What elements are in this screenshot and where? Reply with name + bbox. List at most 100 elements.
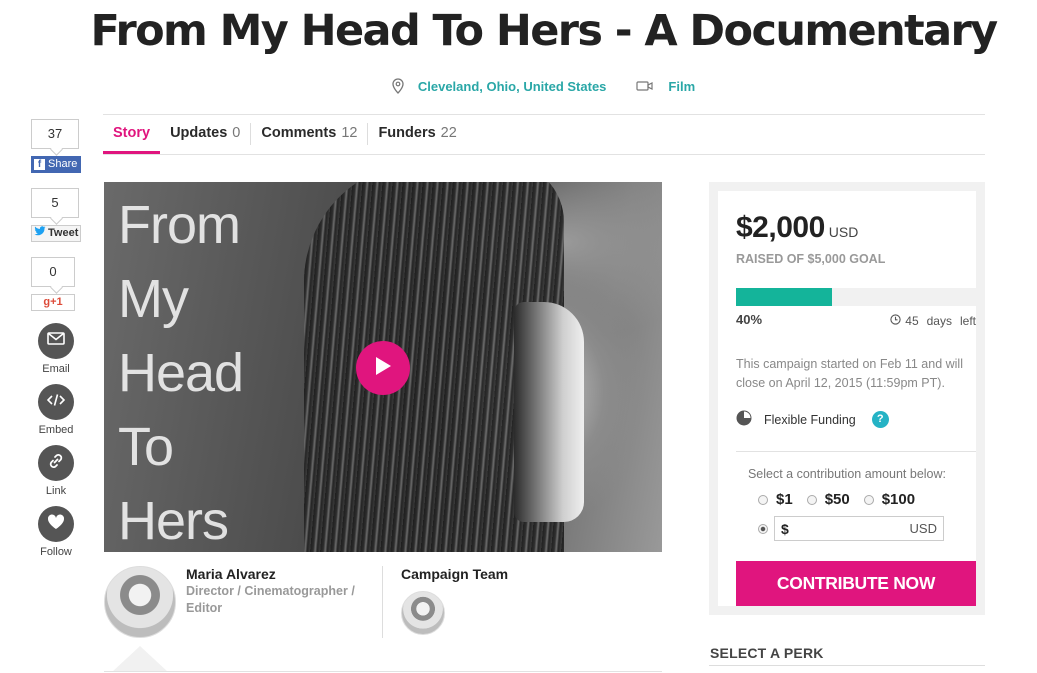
campaign-dates: This campaign started on Feb 11 and will…: [736, 357, 963, 390]
tab-funders-count: 22: [440, 125, 457, 141]
divider: [104, 671, 662, 672]
custom-amount-currency: USD: [909, 521, 937, 536]
tab-funders-label: Funders: [378, 125, 436, 141]
days-left-suffix: left: [959, 314, 976, 328]
divider: [382, 566, 383, 638]
tab-story-label: Story: [113, 125, 151, 141]
play-icon: [374, 356, 392, 381]
days-left: 45 days left: [890, 314, 976, 328]
embed-button[interactable]: [38, 384, 74, 420]
amount-option-label: $100: [881, 491, 916, 508]
amount-option-50[interactable]: $50: [806, 491, 850, 508]
category-link[interactable]: Film: [636, 78, 695, 94]
social-sidebar: 37 f Share 5 Tweet 0 g+1 Email Embed Lin…: [31, 119, 81, 567]
days-left-label: days: [926, 314, 952, 328]
google-plus-button[interactable]: g+1: [31, 294, 75, 311]
tab-story[interactable]: Story: [103, 116, 161, 154]
amount-option-label: $50: [824, 491, 850, 508]
tweet-label: Tweet: [48, 227, 79, 239]
email-label: Email: [42, 363, 70, 375]
facebook-share-label: Share: [48, 158, 78, 170]
category-text[interactable]: Film: [668, 79, 695, 94]
location-pin-icon: [392, 78, 404, 94]
amount-raised-currency: USD: [828, 224, 859, 240]
tab-comments-count: 12: [341, 125, 358, 141]
contribute-now-button[interactable]: CONTRIBUTE NOW: [736, 561, 976, 606]
help-icon[interactable]: ?: [871, 411, 889, 428]
chain-link-icon: [47, 452, 65, 475]
divider: [103, 114, 985, 115]
facebook-share-count: 37: [31, 119, 79, 149]
video-title-overlay: From My Head To Hers: [118, 188, 244, 552]
amount-radio[interactable]: [863, 494, 874, 505]
campaign-tabs: Story Updates 0 Comments 12 Funders 22: [103, 116, 467, 154]
contribution-amounts: $1 $50 $100: [758, 491, 915, 508]
goal-text: RAISED OF $5,000 GOAL: [736, 252, 886, 266]
creator-section: Maria Alvarez Director / Cinematographer…: [104, 566, 662, 673]
selected-pointer: [112, 646, 168, 672]
tab-funders[interactable]: Funders 22: [368, 116, 466, 154]
divider: [103, 154, 985, 155]
facebook-share-button[interactable]: f Share: [31, 156, 81, 173]
tweet-count: 5: [31, 188, 79, 218]
twitter-bird-icon: [34, 226, 46, 241]
progress-bar-fill: [736, 288, 832, 306]
contribution-prompt: Select a contribution amount below:: [747, 467, 947, 481]
tab-comments[interactable]: Comments 12: [251, 116, 367, 154]
divider: [736, 451, 976, 452]
custom-amount-prefix: $: [781, 520, 789, 537]
play-button[interactable]: [356, 341, 410, 395]
amount-raised: $2,000 USD: [736, 211, 858, 245]
link-label: Link: [45, 485, 67, 497]
custom-amount-row: $ USD: [758, 516, 944, 541]
amount-option-label: $1: [776, 491, 793, 508]
facebook-icon: f: [34, 159, 45, 170]
campaign-title: From My Head To Hers - A Documentary: [90, 6, 998, 56]
embed-label: Embed: [38, 424, 74, 436]
follow-label: Follow: [40, 546, 72, 558]
code-icon: [46, 393, 66, 412]
campaign-box: $2,000 USD RAISED OF $5,000 GOAL 40% 45 d…: [709, 182, 985, 615]
creator-role: Director / Cinematographer / Editor: [186, 584, 355, 615]
amount-radio[interactable]: [758, 494, 768, 505]
amount-radio[interactable]: [806, 494, 817, 505]
amount-option-100[interactable]: $100: [863, 491, 916, 508]
tab-updates-count: 0: [232, 125, 241, 141]
creator-name[interactable]: Maria Alvarez: [186, 566, 276, 582]
select-perk-heading: SELECT A PERK: [710, 645, 824, 661]
heart-icon: [47, 513, 65, 535]
campaign-meta: Cleveland, Ohio, United States Film: [0, 78, 1037, 94]
campaign-video[interactable]: From My Head To Hers: [104, 182, 662, 552]
video-camera-icon: [636, 80, 654, 92]
video-title-line: Hers: [118, 491, 229, 551]
funding-type-label: Flexible Funding: [764, 412, 856, 427]
tweet-button[interactable]: Tweet: [31, 225, 81, 242]
video-still-profile: [514, 302, 584, 522]
location-link[interactable]: Cleveland, Ohio, United States: [392, 78, 607, 94]
days-left-number: 45: [905, 314, 919, 328]
creator-avatar[interactable]: [104, 566, 176, 638]
location-text[interactable]: Cleveland, Ohio, United States: [418, 79, 607, 94]
campaign-team-title: Campaign Team: [401, 566, 509, 582]
amount-raised-value: $2,000: [736, 211, 825, 244]
follow-button[interactable]: [38, 506, 74, 542]
funding-type: Flexible Funding ?: [736, 410, 889, 429]
percent-funded: 40%: [736, 312, 763, 327]
amount-option-1[interactable]: $1: [758, 491, 793, 508]
email-button[interactable]: [38, 323, 74, 359]
team-member-avatar[interactable]: [401, 591, 445, 635]
tab-comments-label: Comments: [261, 125, 337, 141]
divider: [709, 665, 985, 666]
custom-amount-radio[interactable]: [758, 523, 768, 534]
link-button[interactable]: [38, 445, 74, 481]
tab-updates[interactable]: Updates 0: [160, 116, 250, 154]
custom-amount-input[interactable]: $ USD: [774, 516, 944, 541]
video-title-line: My: [118, 269, 189, 329]
tab-updates-label: Updates: [170, 125, 228, 141]
video-title-line: To: [118, 417, 174, 477]
pie-chart-icon: [736, 410, 752, 429]
google-plus-count: 0: [31, 257, 75, 287]
progress-bar: [736, 288, 976, 306]
clock-icon: [890, 314, 901, 328]
video-title-line: From: [118, 195, 241, 255]
